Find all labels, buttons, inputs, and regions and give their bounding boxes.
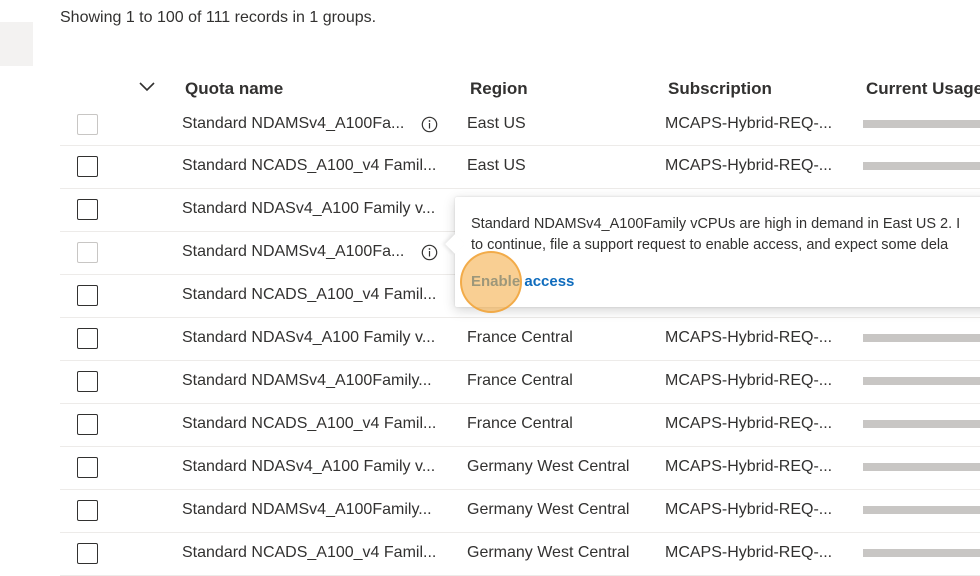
quota-name-cell: Standard NCADS_A100_v4 Famil... xyxy=(182,415,437,432)
subscription-cell: MCAPS-Hybrid-REQ-... xyxy=(665,115,833,132)
region-cell: France Central xyxy=(467,329,573,346)
region-cell: East US xyxy=(467,115,526,132)
subscription-cell: MCAPS-Hybrid-REQ-... xyxy=(665,544,833,561)
quota-name-cell: Standard NDAMSv4_A100Fa... xyxy=(182,115,405,132)
table-row[interactable]: Standard NDAMSv4_A100Fa... East US MCAPS-H… xyxy=(60,114,980,146)
subscription-cell: MCAPS-Hybrid-REQ-... xyxy=(665,329,833,346)
table-row[interactable]: Standard NDASv4_A100 Family v... Germany … xyxy=(60,446,980,490)
region-cell: East US xyxy=(467,157,526,174)
callout-message-line-1: Standard NDAMSv4_A100Family vCPUs are hi… xyxy=(471,216,961,232)
click-indicator xyxy=(460,251,522,313)
column-header-subscription[interactable]: Subscription xyxy=(668,79,772,99)
quota-name-cell: Standard NDASv4_A100 Family v... xyxy=(182,458,436,475)
quota-name-cell: Standard NCADS_A100_v4 Famil... xyxy=(182,544,437,561)
collapse-group-chevron-icon[interactable] xyxy=(138,80,156,94)
table-row[interactable]: Standard NDASv4_A100 Family v... France C… xyxy=(60,317,980,361)
row-select-checkbox[interactable] xyxy=(77,457,98,478)
region-cell: Germany West Central xyxy=(467,458,630,475)
current-usage-bar xyxy=(863,377,980,385)
table-row[interactable]: Standard NCADS_A100_v4 Famil... France Ce… xyxy=(60,403,980,447)
column-header-quota-name[interactable]: Quota name xyxy=(185,79,283,99)
row-select-checkbox[interactable] xyxy=(77,500,98,521)
info-callout: Standard NDAMSv4_A100Family vCPUs are hi… xyxy=(445,197,980,307)
quota-name-cell: Standard NCADS_A100_v4 Famil... xyxy=(182,157,437,174)
quota-name-cell: Standard NDASv4_A100 Family v... xyxy=(182,200,436,217)
current-usage-bar xyxy=(863,334,980,342)
column-header-region[interactable]: Region xyxy=(470,79,528,99)
row-select-checkbox[interactable] xyxy=(77,156,98,177)
column-header-current-usage[interactable]: Current Usage xyxy=(866,79,980,99)
current-usage-bar xyxy=(863,120,980,128)
subscription-cell: MCAPS-Hybrid-REQ-... xyxy=(665,415,833,432)
row-select-checkbox[interactable] xyxy=(77,414,98,435)
quota-name-cell: Standard NCADS_A100_v4 Famil... xyxy=(182,286,437,303)
region-cell: France Central xyxy=(467,372,573,389)
current-usage-bar xyxy=(863,506,980,514)
grid-header: Quota name Region Subscription Current U… xyxy=(60,62,980,114)
table-row[interactable]: Standard NCADS_A100_v4 Famil... Germany W… xyxy=(60,532,980,576)
side-panel-edge xyxy=(0,22,33,66)
subscription-cell: MCAPS-Hybrid-REQ-... xyxy=(665,372,833,389)
table-row[interactable]: Standard NCADS_A100_v4 Famil... East US MC… xyxy=(60,145,980,189)
row-select-checkbox[interactable] xyxy=(77,199,98,220)
current-usage-bar xyxy=(863,420,980,428)
region-cell: Germany West Central xyxy=(467,501,630,518)
table-row[interactable]: Standard NDAMSv4_A100Family... France Cen… xyxy=(60,360,980,404)
region-cell: Germany West Central xyxy=(467,544,630,561)
region-cell: France Central xyxy=(467,415,573,432)
row-select-checkbox[interactable] xyxy=(77,328,98,349)
current-usage-bar xyxy=(863,463,980,471)
row-select-checkbox xyxy=(77,242,98,263)
current-usage-bar xyxy=(863,162,980,170)
quota-name-cell: Standard NDAMSv4_A100Family... xyxy=(182,501,432,518)
subscription-cell: MCAPS-Hybrid-REQ-... xyxy=(665,501,833,518)
callout-message-line-2: to continue, file a support request to e… xyxy=(471,237,949,253)
row-select-checkbox xyxy=(77,114,98,135)
subscription-cell: MCAPS-Hybrid-REQ-... xyxy=(665,458,833,475)
current-usage-bar xyxy=(863,549,980,557)
row-select-checkbox[interactable] xyxy=(77,371,98,392)
quota-name-cell: Standard NDAMSv4_A100Family... xyxy=(182,372,432,389)
info-icon[interactable] xyxy=(421,116,438,133)
table-row[interactable]: Standard NDAMSv4_A100Family... Germany We… xyxy=(60,489,980,533)
row-select-checkbox[interactable] xyxy=(77,285,98,306)
subscription-cell: MCAPS-Hybrid-REQ-... xyxy=(665,157,833,174)
records-summary: Showing 1 to 100 of 111 records in 1 gro… xyxy=(60,9,377,26)
callout-message: Standard NDAMSv4_A100Family vCPUs are hi… xyxy=(471,214,980,256)
info-icon[interactable] xyxy=(421,244,438,261)
quota-name-cell: Standard NDASv4_A100 Family v... xyxy=(182,329,436,346)
quota-name-cell: Standard NDAMSv4_A100Fa... xyxy=(182,243,405,260)
row-select-checkbox[interactable] xyxy=(77,543,98,564)
